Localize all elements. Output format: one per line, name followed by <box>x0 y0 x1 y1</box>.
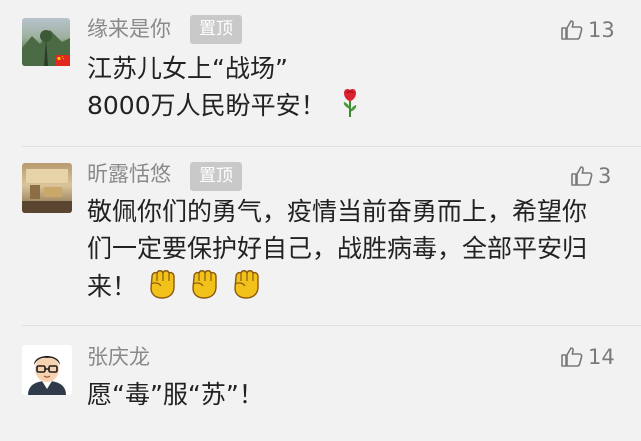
username[interactable]: 昕露恬悠 <box>87 162 171 186</box>
raised-fist-icon <box>147 267 177 309</box>
comment-line: 愿“毒”服“苏”！ <box>87 380 264 409</box>
comment-line: 们一定要保护好自己，战胜病毒，全部平安归 <box>87 234 588 263</box>
thumbs-up-icon <box>561 20 583 40</box>
comment-line: 8000万人民盼平安！ <box>87 91 326 120</box>
raised-fist-icon <box>231 267 261 309</box>
room-photo-avatar[interactable] <box>22 163 72 213</box>
comment-line-with-emoji: 来！ <box>87 267 587 309</box>
like-count: 14 <box>588 345 615 369</box>
comment-line: 敬佩你们的勇气，疫情当前奋勇而上，希望你 <box>87 197 588 226</box>
like-button[interactable]: 3 <box>570 164 611 188</box>
comment-line: 来！ <box>87 272 138 301</box>
thumbs-up-icon <box>571 166 593 186</box>
china-flag-icon <box>55 55 70 66</box>
comment-line: 江苏儿女上“战场” <box>87 54 288 83</box>
username[interactable]: 缘来是你 <box>87 17 171 41</box>
like-count: 13 <box>588 18 615 42</box>
raised-fist-icon <box>189 267 219 309</box>
divider <box>22 325 641 326</box>
like-count: 3 <box>598 164 612 188</box>
like-button[interactable]: 13 <box>560 18 615 42</box>
rose-icon <box>340 87 360 127</box>
username[interactable]: 张庆龙 <box>87 345 150 369</box>
divider <box>22 146 641 147</box>
comment-text: 敬佩你们的勇气，疫情当前奋勇而上，希望你 们一定要保护好自己，战胜病毒，全部平安… <box>87 193 587 309</box>
comment-text: 江苏儿女上“战场” 8000万人民盼平安！ <box>87 50 360 127</box>
like-button[interactable]: 14 <box>560 345 615 369</box>
pinned-badge: 置顶 <box>190 162 242 191</box>
comment-text: 愿“毒”服“苏”！ <box>87 376 264 413</box>
thumbs-up-icon <box>561 347 583 367</box>
pinned-badge: 置顶 <box>190 15 242 44</box>
comment-line-with-emoji: 8000万人民盼平安！ <box>87 87 360 127</box>
cartoon-man-avatar[interactable] <box>22 345 72 395</box>
